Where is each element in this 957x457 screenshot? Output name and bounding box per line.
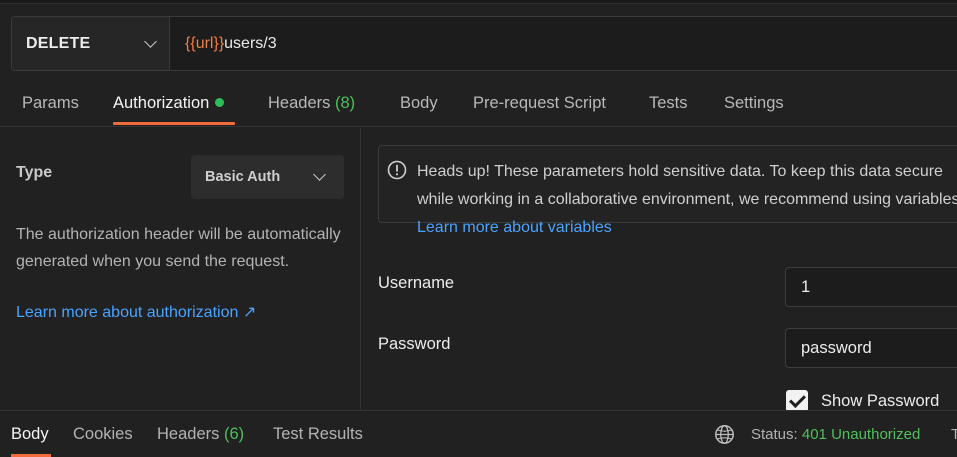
- top-divider: [0, 0, 957, 4]
- learn-more-variables-link[interactable]: Learn more about variables: [417, 219, 612, 236]
- tab-tests[interactable]: Tests: [649, 94, 688, 113]
- sensitive-data-callout: Heads up! These parameters hold sensitiv…: [378, 145, 957, 236]
- tab-params[interactable]: Params: [22, 94, 79, 113]
- response-tab-body[interactable]: Body: [11, 425, 49, 444]
- learn-more-authorization-link[interactable]: Learn more about authorization ↗: [16, 302, 256, 322]
- active-tab-underline: [113, 122, 235, 125]
- method-select[interactable]: DELETE: [12, 17, 170, 70]
- globe-icon[interactable]: [714, 424, 735, 445]
- response-headers-count: (6): [223, 425, 245, 443]
- request-bar: DELETE {{url}} users/3: [11, 16, 957, 71]
- callout-text: Heads up! These parameters hold sensitiv…: [417, 158, 957, 242]
- show-password-toggle[interactable]: Show Password: [786, 390, 939, 412]
- tab-headers-count: (8): [334, 94, 356, 112]
- auth-type-panel: Type Basic Auth The authorization header…: [0, 128, 361, 410]
- tab-headers[interactable]: Headers (8): [268, 94, 355, 113]
- password-label: Password: [378, 335, 451, 353]
- response-bar: Body Cookies Headers (6) Test Results St…: [0, 410, 957, 457]
- callout-message: Heads up! These parameters hold sensitiv…: [417, 163, 957, 208]
- response-headers-label: Headers: [157, 425, 220, 443]
- url-path: users/3: [224, 34, 277, 52]
- tab-body[interactable]: Body: [400, 94, 438, 113]
- method-label: DELETE: [26, 34, 91, 52]
- tab-headers-label: Headers: [268, 94, 331, 112]
- type-label: Type: [16, 164, 53, 181]
- tab-prerequest-script[interactable]: Pre-request Script: [473, 94, 606, 113]
- tab-authorization-label: Authorization: [113, 94, 210, 112]
- info-icon: [387, 160, 407, 180]
- tab-settings[interactable]: Settings: [724, 94, 784, 113]
- password-field[interactable]: password: [785, 328, 957, 368]
- response-tab-cookies[interactable]: Cookies: [73, 425, 133, 444]
- request-tabs: Params Authorization Headers (8) Body Pr…: [0, 82, 957, 127]
- chevron-down-icon: [313, 168, 326, 181]
- response-tab-headers[interactable]: Headers (6): [157, 425, 244, 444]
- response-status: Status: 401 Unauthorized: [751, 426, 920, 443]
- url-variable: {{url}}: [185, 34, 225, 52]
- url-input[interactable]: {{url}} users/3: [170, 17, 957, 70]
- username-field[interactable]: 1: [785, 267, 957, 307]
- response-time-label: T: [951, 426, 957, 443]
- tab-authorization[interactable]: Authorization: [113, 94, 225, 113]
- checkbox-icon[interactable]: [786, 390, 808, 412]
- show-password-label: Show Password: [821, 391, 940, 410]
- status-label: Status:: [751, 426, 798, 443]
- auth-description: The authorization header will be automat…: [16, 226, 341, 270]
- status-value: 401 Unauthorized: [801, 426, 921, 443]
- chevron-down-icon: [144, 34, 157, 48]
- username-label: Username: [378, 274, 455, 292]
- auth-type-value: Basic Auth: [205, 169, 281, 185]
- auth-type-select[interactable]: Basic Auth: [191, 155, 344, 199]
- response-tab-test-results[interactable]: Test Results: [273, 425, 363, 444]
- active-indicator-dot: [215, 98, 225, 107]
